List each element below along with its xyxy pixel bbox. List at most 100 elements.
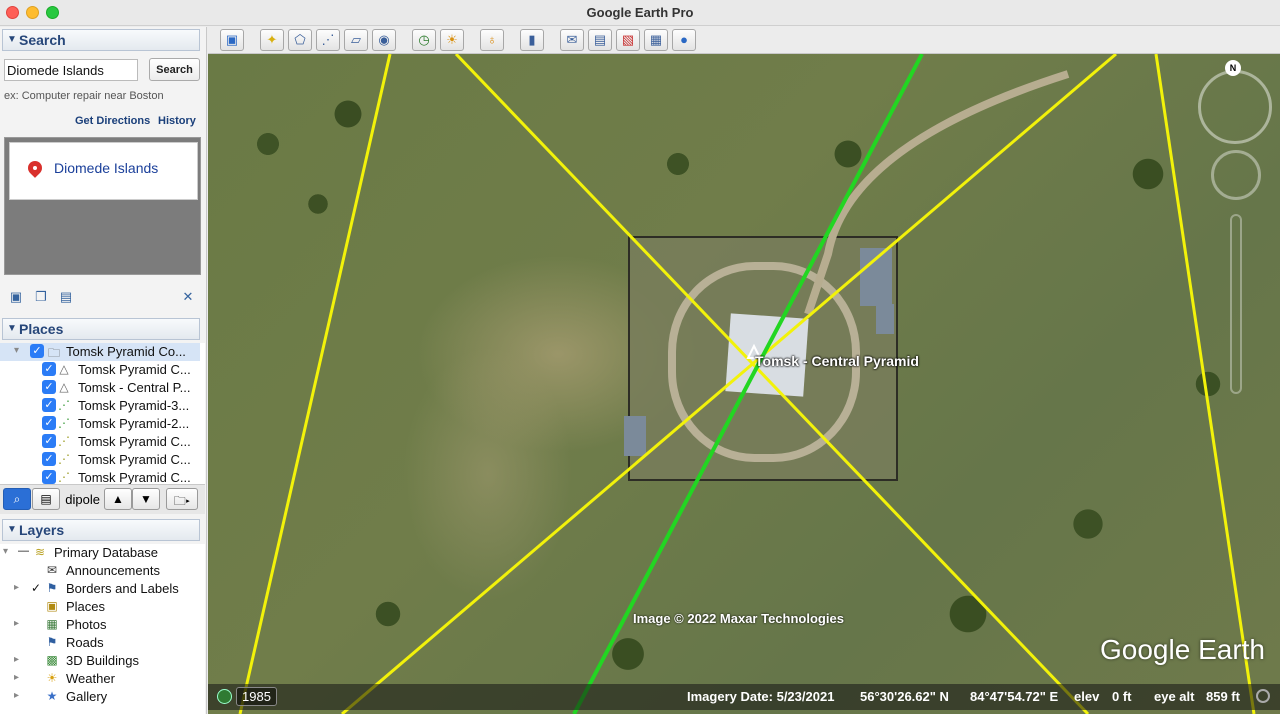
add-polygon-icon[interactable]: ⬠: [288, 29, 312, 51]
view-in-maps-icon[interactable]: ▦: [644, 29, 668, 51]
checkbox[interactable]: ✓: [42, 434, 56, 448]
save-image-icon[interactable]: ▧: [616, 29, 640, 51]
list-item[interactable]: ▸ ▦ Photos: [0, 616, 200, 634]
checkbox[interactable]: ✓: [30, 344, 44, 358]
list-item[interactable]: ▸ ★ Gallery: [0, 688, 200, 706]
get-directions-link[interactable]: Get Directions: [75, 115, 150, 127]
checkbox[interactable]: ✓: [42, 452, 56, 466]
folder-menu-icon[interactable]: 🗀▸: [166, 488, 198, 510]
eye-altitude-label: eye alt: [1154, 689, 1195, 704]
expand-arrow-icon[interactable]: ▾: [3, 546, 8, 557]
ruler-icon[interactable]: ▮: [520, 29, 544, 51]
search-input[interactable]: Diomede Islands: [4, 59, 138, 81]
layer-label: Primary Database: [54, 545, 159, 560]
historical-imagery-icon[interactable]: ◷: [412, 29, 436, 51]
checkbox[interactable]: ✓: [42, 380, 56, 394]
move-up-icon[interactable]: ▲: [104, 488, 132, 510]
places-list: ▾ ✓ 🗀 Tomsk Pyramid Co... ✓ △ Tomsk Pyra…: [0, 343, 205, 493]
print-icon[interactable]: ▤: [588, 29, 612, 51]
list-item[interactable]: ▣ Places: [0, 598, 200, 616]
expand-arrow-icon[interactable]: ▸: [14, 672, 19, 683]
switch-planet-icon[interactable]: ♁: [480, 29, 504, 51]
latitude-readout: 56°30'26.62" N: [860, 689, 949, 704]
places-square-icon: ▣: [46, 599, 58, 613]
placemark-label[interactable]: Tomsk - Central Pyramid: [755, 353, 919, 369]
compass-control[interactable]: [1198, 70, 1272, 144]
list-item[interactable]: ✓ △ Tomsk Pyramid C...: [0, 361, 200, 379]
checkbox[interactable]: ✓: [42, 470, 56, 484]
list-item[interactable]: ▸ ☀ Weather: [0, 670, 200, 688]
clear-results-icon[interactable]: ✕: [180, 289, 196, 305]
record-tour-icon[interactable]: ◉: [372, 29, 396, 51]
folder-icon: 🗀: [47, 346, 60, 360]
list-item[interactable]: ✓ ⋰ Tomsk Pyramid-2...: [0, 415, 200, 433]
checkbox[interactable]: ✓: [31, 581, 41, 595]
mixed-checkbox[interactable]: —: [18, 545, 29, 557]
place-label: Tomsk - Central P...: [78, 380, 191, 395]
move-down-icon[interactable]: ▼: [132, 488, 160, 510]
list-item[interactable]: ✉ Announcements: [0, 562, 200, 580]
list-item[interactable]: ✓ △ Tomsk - Central P...: [0, 379, 200, 397]
layer-label: Places: [66, 599, 106, 614]
checkbox[interactable]: ✓: [42, 362, 56, 376]
checkbox[interactable]: ✓: [42, 398, 56, 412]
layers-list: ▾ — ≋ Primary Database ✉ Announcements ▸…: [0, 544, 205, 714]
history-link[interactable]: History: [158, 115, 196, 127]
search-panel-title: Search: [19, 32, 66, 48]
yellow-guide-line: [238, 54, 392, 714]
expand-arrow-icon[interactable]: ▸: [14, 618, 19, 629]
list-item[interactable]: ▾ ✓ 🗀 Tomsk Pyramid Co...: [0, 343, 200, 361]
panel-toggle-icon[interactable]: ▤: [32, 488, 60, 510]
photo-icon: ▦: [46, 617, 58, 631]
sunlight-icon[interactable]: ☀: [440, 29, 464, 51]
search-places-icon[interactable]: ⌕: [3, 488, 31, 510]
expand-arrow-icon[interactable]: ▸: [14, 690, 19, 701]
expand-arrow-icon[interactable]: ▸: [14, 582, 19, 593]
search-result-label[interactable]: Diomede Islands: [54, 160, 158, 176]
sidebar-toggle-icon[interactable]: ▣: [220, 29, 244, 51]
zoom-slider[interactable]: [1230, 214, 1242, 394]
place-label: Tomsk Pyramid-3...: [78, 398, 190, 413]
search-tools: ▣ ❐ ▤ ✕: [0, 289, 207, 307]
list-item[interactable]: ⚑ Roads: [0, 634, 200, 652]
list-item[interactable]: ▸ ▩ 3D Buildings: [0, 652, 200, 670]
add-path-icon[interactable]: ⋰: [316, 29, 340, 51]
search-button[interactable]: Search: [149, 58, 200, 81]
search-result-item[interactable]: Diomede Islands: [9, 142, 198, 200]
north-indicator[interactable]: N: [1225, 60, 1241, 76]
map-view[interactable]: Tomsk - Central Pyramid Image © 2022 Max…: [208, 54, 1280, 714]
status-bar: 1985 Imagery Date: 5/23/2021 56°30'26.62…: [208, 684, 1280, 710]
copy-icon[interactable]: ❐: [33, 289, 49, 305]
place-label: Tomsk Pyramid C...: [78, 452, 191, 467]
eye-altitude-value: 859 ft: [1206, 689, 1240, 704]
list-item[interactable]: ✓ ⋰ Tomsk Pyramid C...: [0, 451, 200, 469]
look-joystick[interactable]: [1211, 150, 1261, 200]
list-item[interactable]: ▾ — ≋ Primary Database: [0, 544, 200, 562]
placemark-icon: △: [59, 362, 69, 376]
envelope-icon: ✉: [46, 563, 58, 577]
layer-label: Borders and Labels: [66, 581, 179, 596]
historical-imagery-clock-icon[interactable]: [217, 689, 232, 704]
print-icon[interactable]: ▤: [58, 289, 74, 305]
list-item[interactable]: ✓ ⋰ Tomsk Pyramid-3...: [0, 397, 200, 415]
add-placemark-icon[interactable]: ✦: [260, 29, 284, 51]
earth-gallery-icon[interactable]: ●: [672, 29, 696, 51]
expand-arrow-icon[interactable]: ▾: [14, 345, 19, 356]
place-label: Tomsk Pyramid C...: [78, 362, 191, 377]
path-icon: ⋰: [58, 434, 70, 448]
expand-arrow-icon[interactable]: ▸: [14, 654, 19, 665]
places-panel-header[interactable]: ▼ Places: [2, 318, 200, 340]
add-image-overlay-icon[interactable]: ▱: [344, 29, 368, 51]
email-icon[interactable]: ✉: [560, 29, 584, 51]
layers-panel-header[interactable]: ▼ Layers: [2, 519, 200, 541]
layer-label: Roads: [66, 635, 104, 650]
list-item[interactable]: ✓ ⋰ Tomsk Pyramid C...: [0, 433, 200, 451]
search-panel-header[interactable]: ▼ Search: [2, 29, 200, 51]
place-label: Tomsk Pyramid Co...: [66, 344, 186, 359]
list-item[interactable]: ▸ ✓ ⚑ Borders and Labels: [0, 580, 200, 598]
sun-icon: ☀: [46, 671, 58, 685]
add-folder-icon[interactable]: ▣: [8, 289, 24, 305]
imagery-year-badge[interactable]: 1985: [236, 687, 277, 706]
window-title: Google Earth Pro: [586, 5, 694, 20]
checkbox[interactable]: ✓: [42, 416, 56, 430]
